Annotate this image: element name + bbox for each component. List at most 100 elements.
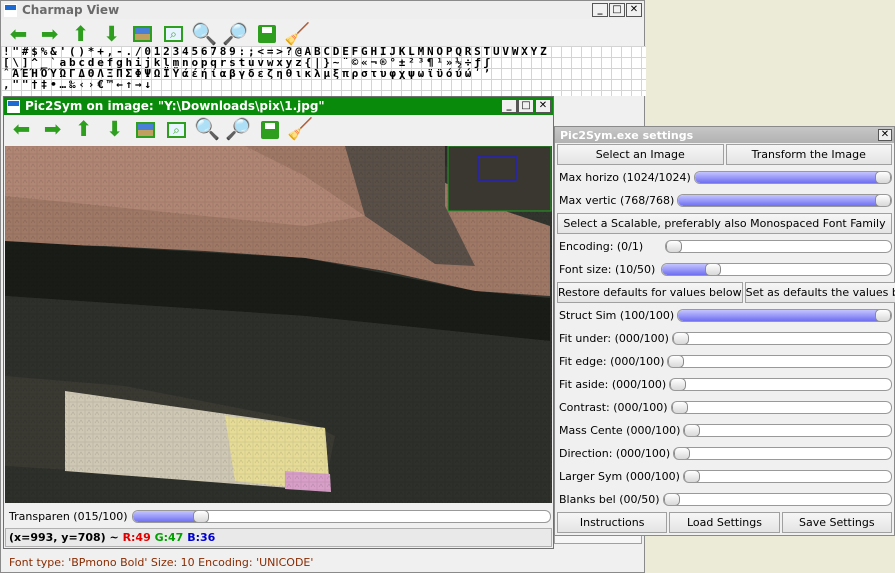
blanks-bel-slider-thumb[interactable] [663, 494, 680, 505]
blanks-bel-slider[interactable] [662, 493, 892, 506]
encoding-label: Encoding: (0/1) [559, 240, 644, 253]
max-vertic-slider[interactable] [677, 194, 892, 207]
fit-edge-slider[interactable] [667, 355, 892, 368]
max-horizo-slider-fill [694, 172, 883, 183]
direction-slider-thumb[interactable] [674, 448, 691, 459]
encoding-slider[interactable] [665, 240, 892, 253]
fit-edge-row: Fit edge: (000/100) [555, 350, 894, 373]
image-buttons-row: Select an Image Transform the Image [555, 143, 894, 166]
mass-cente-slider[interactable] [683, 424, 892, 437]
fit-aside-row: Fit aside: (000/100) [555, 373, 894, 396]
close-button[interactable]: ✕ [878, 129, 892, 141]
pic2sym-window: Pic2Sym on image: "Y:\Downloads\pix\1.jp… [3, 96, 554, 549]
fit-edge-slider-thumb[interactable] [668, 356, 685, 367]
blanks-bel-row: Blanks bel (00/50) [555, 488, 894, 511]
transparency-slider[interactable] [131, 509, 551, 523]
save-settings-button[interactable]: Save Settings [781, 512, 892, 533]
close-button[interactable]: ✕ [535, 99, 551, 113]
broom-icon[interactable]: 🧹 [287, 117, 314, 143]
font-size-slider-thumb[interactable] [705, 264, 722, 275]
charmap-grid[interactable]: !"#$%&'()*+,-./0123456789:;<=>?@ABCDEFGH… [1, 46, 646, 96]
select-font-button[interactable]: Select a Scalable, preferably also Monos… [557, 213, 892, 234]
larger-sym-slider-thumb[interactable] [683, 471, 700, 482]
font-size-slider[interactable] [661, 263, 892, 276]
direction-row: Direction: (000/100) [555, 442, 894, 465]
encoding-slider-thumb[interactable] [666, 241, 683, 252]
max-horizo-row: Max horizo (1024/1024) [555, 166, 894, 189]
mass-cente-slider-thumb[interactable] [684, 425, 701, 436]
arrow-up-icon[interactable]: ⬆ [67, 21, 94, 47]
image-icon[interactable] [129, 21, 156, 47]
charmap-row-4: ,""†‡•…‰‹›€™←↑→↓ [3, 78, 154, 91]
max-horizo-slider-thumb[interactable] [874, 172, 891, 183]
zoom-fit-icon[interactable]: ⌕ [163, 117, 190, 143]
charmap-titlebar[interactable]: Charmap View _ □ ✕ [1, 1, 644, 19]
instructions-button[interactable]: Instructions [557, 512, 668, 533]
contrast-slider[interactable] [670, 401, 892, 414]
maximize-button[interactable]: □ [609, 3, 625, 17]
transform-image-button[interactable]: Transform the Image [725, 144, 892, 165]
zoom-out-icon[interactable]: 🔎 [222, 21, 249, 47]
save-icon[interactable] [253, 21, 280, 47]
arrow-down-icon[interactable]: ⬇ [101, 117, 128, 143]
green-value: G:47 [154, 531, 184, 544]
close-button[interactable]: ✕ [626, 3, 642, 17]
window-icon [7, 99, 20, 113]
fit-aside-slider-thumb[interactable] [670, 379, 687, 390]
pic2sym-toolbar: ⬅ ➡ ⬆ ⬇ ⌕ 🔍 🔎 🧹 [4, 115, 553, 144]
settings-titlebar[interactable]: Pic2Sym.exe settings ✕ [555, 127, 894, 143]
mass-cente-label: Mass Cente (000/100) [559, 424, 681, 437]
arrow-right-icon[interactable]: ➡ [36, 21, 63, 47]
load-settings-button[interactable]: Load Settings [669, 512, 780, 533]
transparency-slider-thumb[interactable] [192, 510, 209, 522]
contrast-label: Contrast: (000/100) [559, 401, 668, 414]
settings-window: Pic2Sym.exe settings ✕ Select an Image T… [554, 126, 895, 536]
window-icon [4, 3, 17, 17]
arrow-up-icon[interactable]: ⬆ [70, 117, 97, 143]
maximize-button[interactable]: □ [518, 99, 534, 113]
save-icon[interactable] [256, 117, 283, 143]
zoom-in-icon[interactable]: 🔍 [191, 21, 218, 47]
broom-icon[interactable]: 🧹 [284, 21, 311, 47]
set-defaults-button[interactable]: Set as defaults the values below [744, 282, 895, 303]
fit-under-slider-thumb[interactable] [672, 333, 689, 344]
fit-under-slider[interactable] [671, 332, 892, 345]
fit-aside-slider[interactable] [669, 378, 892, 391]
font-size-row: Font size: (10/50) [555, 258, 894, 281]
max-vertic-row: Max vertic (768/768) [555, 189, 894, 212]
max-horizo-slider[interactable] [693, 171, 892, 184]
fit-aside-label: Fit aside: (000/100) [559, 378, 667, 391]
minimize-button[interactable]: _ [501, 99, 517, 113]
arrow-down-icon[interactable]: ⬇ [98, 21, 125, 47]
transparency-label: Transparen (015/100) [9, 509, 128, 523]
blue-value: B:36 [187, 531, 216, 544]
restore-defaults-button[interactable]: Restore defaults for values below [557, 282, 743, 303]
arrow-left-icon[interactable]: ⬅ [5, 21, 32, 47]
pixel-readout: (x=993, y=708) ~ R:49 G:47 B:36 [5, 528, 552, 547]
contrast-slider-thumb[interactable] [671, 402, 688, 413]
arrow-left-icon[interactable]: ⬅ [8, 117, 35, 143]
encoding-row: Encoding: (0/1) [555, 235, 894, 258]
minimize-button[interactable]: _ [592, 3, 608, 17]
zoom-fit-icon[interactable]: ⌕ [160, 21, 187, 47]
max-vertic-slider-thumb[interactable] [875, 195, 892, 206]
larger-sym-slider[interactable] [682, 470, 892, 483]
result-image[interactable] [5, 146, 552, 503]
font-size-label: Font size: (10/50) [559, 263, 656, 276]
select-image-button[interactable]: Select an Image [557, 144, 724, 165]
struct-sim-slider[interactable] [677, 309, 892, 322]
max-vertic-slider-fill [678, 195, 884, 206]
larger-sym-label: Larger Sym (000/100) [559, 470, 680, 483]
background-panel-edge [554, 536, 642, 544]
struct-sim-slider-thumb[interactable] [875, 310, 892, 321]
arrow-right-icon[interactable]: ➡ [39, 117, 66, 143]
pic2sym-title: Pic2Sym on image: "Y:\Downloads\pix\1.jp… [25, 99, 325, 113]
image-icon[interactable] [132, 117, 159, 143]
fit-under-label: Fit under: (000/100) [559, 332, 669, 345]
charmap-status: Font type: 'BPmono Bold' Size: 10 Encodi… [9, 556, 314, 569]
fit-edge-label: Fit edge: (000/100) [559, 355, 665, 368]
zoom-out-icon[interactable]: 🔎 [225, 117, 252, 143]
direction-slider[interactable] [673, 447, 892, 460]
pic2sym-titlebar[interactable]: Pic2Sym on image: "Y:\Downloads\pix\1.jp… [4, 97, 553, 115]
zoom-in-icon[interactable]: 🔍 [194, 117, 221, 143]
